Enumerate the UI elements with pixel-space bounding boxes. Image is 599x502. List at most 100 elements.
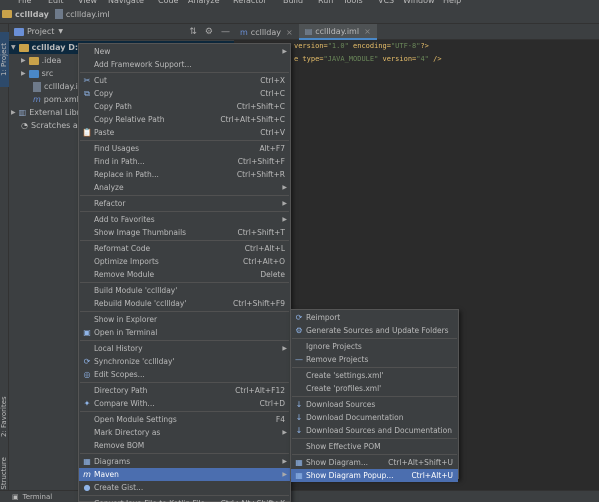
tree-item-label: .idea [41, 56, 62, 65]
menu-item-create-settings-xml[interactable]: Create 'settings.xml' [291, 369, 458, 382]
editor-tab-cclllday[interactable]: m cclllday × [234, 24, 299, 40]
menu-item-shortcut: Ctrl+Alt+F12 [235, 386, 285, 395]
menu-item-download-sources-and-documentation[interactable]: ↓ Download Sources and Documentation [291, 424, 458, 437]
menu-separator [80, 240, 289, 241]
menu-item-label: Reimport [306, 313, 341, 322]
menu-item-convert-java-file-to-kotlin-file[interactable]: Convert Java File to Kotlin FileCtrl+Alt… [79, 497, 290, 502]
menu-item-synchronize-cclllday[interactable]: ⟳ Synchronize 'cclllday' [79, 355, 290, 368]
breadcrumb-file[interactable]: cclllday.iml [54, 9, 110, 19]
menu-item-label: Rebuild Module 'cclllday' [94, 299, 187, 308]
menu-item-label: Show Diagram... [306, 458, 368, 467]
editor-tab-cclllday-iml[interactable]: ▤ cclllday.iml × [298, 24, 377, 40]
code-token: encoding= [348, 42, 391, 50]
menu-separator [80, 195, 289, 196]
menu-item-label: Replace in Path... [94, 170, 159, 179]
collapse-arrow-icon[interactable]: ▶ [21, 57, 26, 64]
code-token: /> [428, 55, 442, 63]
menu-item-show-effective-pom[interactable]: Show Effective POM [291, 440, 458, 453]
favorites-tool-tab[interactable]: 2: Favorites [0, 394, 9, 439]
menu-item-remove-projects[interactable]: — Remove Projects [291, 353, 458, 366]
chevron-down-icon[interactable]: ▼ [58, 28, 63, 35]
tree-item-label: External Libr [29, 108, 80, 117]
code-token: "JAVA_MODULE" [323, 55, 379, 63]
collapse-arrow-icon[interactable]: ▶ [21, 70, 26, 77]
menu-item-show-image-thumbnails[interactable]: Show Image Thumbnails Ctrl+Shift+T [79, 226, 290, 239]
project-tool-tab[interactable]: 1: Project [0, 32, 9, 87]
breadcrumb-project[interactable]: cclllday [2, 10, 49, 19]
menu-item-shortcut: Ctrl+Shift+C [236, 102, 285, 111]
menu-item-analyze[interactable]: Analyze ▶ [79, 181, 290, 194]
menu-item-label: Refactor [94, 199, 126, 208]
terminal-icon: ▣ [12, 492, 19, 501]
menu-item-directory-path[interactable]: Directory Path Ctrl+Alt+F12 [79, 384, 290, 397]
collapse-arrow-icon[interactable]: ▶ [11, 109, 16, 116]
menu-item-refactor[interactable]: Refactor ▶ [79, 197, 290, 210]
menu-item-open-in-terminal[interactable]: ▣ Open in Terminal [79, 326, 290, 339]
synchronize-cclllday-icon: ⟳ [83, 357, 91, 366]
expand-arrow-icon[interactable]: ▼ [11, 44, 16, 51]
menu-item-label: Find in Path... [94, 157, 145, 166]
submenu-arrow-icon: ▶ [282, 200, 287, 207]
menu-item-download-sources[interactable]: ↓ Download Sources [291, 398, 458, 411]
menu-item-replace-in-path[interactable]: Replace in Path... Ctrl+Shift+R [79, 168, 290, 181]
tree-item-label: src [41, 69, 54, 78]
menu-item-label: Add to Favorites [94, 215, 155, 224]
menu-item-label: Directory Path [94, 386, 148, 395]
menu-item-add-to-favorites[interactable]: Add to Favorites ▶ [79, 213, 290, 226]
hide-icon[interactable]: — [221, 27, 230, 37]
menu-item-generate-sources-and-update-folders[interactable]: ⚙ Generate Sources and Update Folders [291, 324, 458, 337]
menu-item-copy[interactable]: ⧉ Copy Ctrl+C [79, 87, 290, 100]
menu-item-download-documentation[interactable]: ↓ Download Documentation [291, 411, 458, 424]
menu-item-cut[interactable]: ✂ Cut Ctrl+X [79, 74, 290, 87]
menu-item-open-module-settings[interactable]: Open Module Settings F4 [79, 413, 290, 426]
menu-item-reimport[interactable]: ⟳ Reimport [291, 311, 458, 324]
close-icon[interactable]: × [364, 27, 371, 36]
menu-item-local-history[interactable]: Local History ▶ [79, 342, 290, 355]
menu-item-compare-with[interactable]: ✦ Compare With... Ctrl+D [79, 397, 290, 410]
tree-item-label: cclllday.i [44, 82, 78, 91]
menu-item-show-diagram-popup[interactable]: ▦ Show Diagram Popup... Ctrl+Alt+U [291, 469, 458, 482]
menu-item-rebuild-module-cclllday[interactable]: Rebuild Module 'cclllday' Ctrl+Shift+F9 [79, 297, 290, 310]
menu-item-diagrams[interactable]: ▦ Diagrams ▶ [79, 455, 290, 468]
menu-item-create-gist[interactable]: ● Create Gist... [79, 481, 290, 494]
gear-icon[interactable]: ⚙ [205, 27, 213, 37]
menu-item-create-profiles-xml[interactable]: Create 'profiles.xml' [291, 382, 458, 395]
menu-item-shortcut: Ctrl+Shift+F9 [232, 299, 285, 308]
maven-icon: m [240, 27, 248, 37]
menu-item-find-usages[interactable]: Find Usages Alt+F7 [79, 142, 290, 155]
menu-item-find-in-path[interactable]: Find in Path... Ctrl+Shift+F [79, 155, 290, 168]
code-token: "1.0" [327, 42, 349, 50]
show-diagram-icon: ▦ [295, 458, 303, 467]
menu-separator [292, 438, 457, 439]
menu-separator [80, 282, 289, 283]
menu-item-label: Remove BOM [94, 441, 145, 450]
collapse-all-icon[interactable]: ⇅ [189, 27, 197, 37]
create-gist-icon: ● [83, 483, 91, 492]
menu-item-new[interactable]: New ▶ [79, 45, 290, 58]
menu-item-remove-module[interactable]: Remove Module Delete [79, 268, 290, 281]
cut-icon: ✂ [83, 76, 91, 85]
project-view-selector[interactable]: Project [27, 27, 54, 36]
close-icon[interactable]: × [286, 28, 293, 37]
menu-item-add-framework-support[interactable]: Add Framework Support... [79, 58, 290, 71]
menu-item-optimize-imports[interactable]: Optimize Imports Ctrl+Alt+O [79, 255, 290, 268]
terminal-tab[interactable]: Terminal [23, 493, 53, 501]
menu-item-show-diagram[interactable]: ▦ Show Diagram... Ctrl+Alt+Shift+U [291, 456, 458, 469]
copy-icon: ⧉ [84, 88, 90, 98]
menu-item-ignore-projects[interactable]: Ignore Projects [291, 340, 458, 353]
menu-item-show-in-explorer[interactable]: Show in Explorer [79, 313, 290, 326]
menu-item-maven[interactable]: m Maven ▶ [79, 468, 290, 481]
menu-item-copy-path[interactable]: Copy Path Ctrl+Shift+C [79, 100, 290, 113]
menu-item-edit-scopes[interactable]: ◎ Edit Scopes... [79, 368, 290, 381]
menu-item-paste[interactable]: 📋 Paste Ctrl+V [79, 126, 290, 139]
menu-item-label: Show Effective POM [306, 442, 381, 451]
menu-item-copy-relative-path[interactable]: Copy Relative Path Ctrl+Alt+Shift+C [79, 113, 290, 126]
project-view-icon [14, 27, 24, 36]
folder-icon [28, 69, 39, 78]
menu-item-remove-bom[interactable]: Remove BOM [79, 439, 290, 452]
menu-item-label: Ignore Projects [306, 342, 362, 351]
editor-tab-label: cclllday [250, 27, 281, 37]
menu-item-build-module-cclllday[interactable]: Build Module 'cclllday' [79, 284, 290, 297]
menu-item-reformat-code[interactable]: Reformat Code Ctrl+Alt+L [79, 242, 290, 255]
menu-item-mark-directory-as[interactable]: Mark Directory as ▶ [79, 426, 290, 439]
